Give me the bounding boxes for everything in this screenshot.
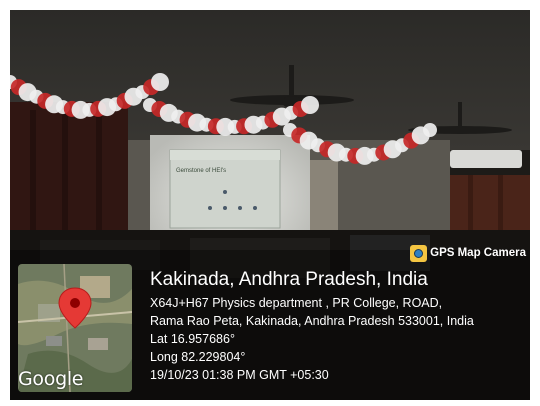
balloon bbox=[151, 73, 169, 91]
balloon bbox=[301, 96, 319, 114]
location-info: Kakinada, Andhra Pradesh, India X64J+H67… bbox=[150, 268, 530, 384]
location-title: Kakinada, Andhra Pradesh, India bbox=[150, 269, 428, 290]
air-conditioner bbox=[450, 150, 522, 168]
badge-label: GPS Map Camera bbox=[430, 247, 526, 259]
camera-app-icon bbox=[410, 244, 428, 262]
photo-frame: Gemstone of HEI's Google GPS Map Camera … bbox=[10, 10, 530, 400]
latitude-text: Lat 16.957686° bbox=[150, 332, 235, 346]
timestamp-text: 19/10/23 01:38 PM GMT +05:30 bbox=[150, 368, 329, 382]
gps-map-camera-badge: GPS Map Camera bbox=[410, 244, 526, 262]
slide-heading: Gemstone of HEI's bbox=[176, 168, 226, 174]
map-thumbnail[interactable]: Google bbox=[18, 264, 132, 392]
address-line-2: Rama Rao Peta, Kakinada, Andhra Pradesh … bbox=[150, 314, 474, 328]
map-brand-logo: Google bbox=[18, 368, 84, 390]
address-line-1: X64J+H67 Physics department , PR College… bbox=[150, 296, 443, 310]
balloon bbox=[423, 123, 437, 137]
longitude-text: Long 82.229804° bbox=[150, 350, 246, 364]
